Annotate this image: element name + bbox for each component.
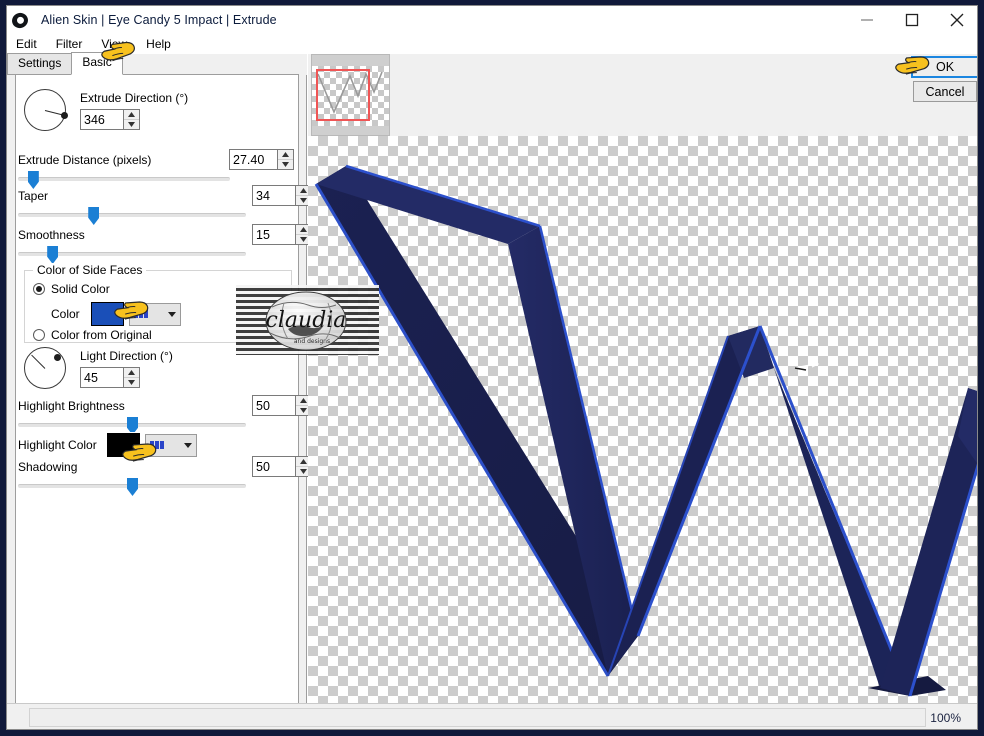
radio-color-from-original[interactable]: Color from Original [33,328,152,342]
spin-up-icon[interactable] [278,150,293,160]
navigator-thumbnail[interactable] [311,54,390,136]
spin-down-icon[interactable] [278,160,293,169]
extrude-direction-arrows[interactable] [123,109,140,130]
taper-stepper[interactable] [252,185,312,206]
color-of-side-faces-group: Color of Side Faces Solid Color Color Co… [24,263,292,343]
extrude-direction-dial[interactable] [24,89,68,131]
spin-up-icon[interactable] [124,110,139,120]
light-direction-arrows[interactable] [123,367,140,388]
radio-solid-color-label: Solid Color [51,282,110,296]
tab-settings[interactable]: Settings [7,53,73,75]
highlight-brightness-stepper[interactable] [252,395,312,416]
zoom-level-label: 100% [930,711,961,725]
highlight-color-row: Highlight Color [18,432,197,458]
highlight-color-label: Highlight Color [18,438,97,452]
side-face-palette-button[interactable] [128,302,181,326]
title-bar: Alien Skin | Eye Candy 5 Impact | Extrud… [7,6,977,34]
status-bar: 100% [7,703,977,729]
extruded-shape-render [314,164,977,697]
radio-solid-color[interactable]: Solid Color [33,282,110,296]
side-face-color-row: Color [51,301,181,327]
radio-color-from-original-indicator[interactable] [33,329,45,341]
radio-solid-color-indicator[interactable] [33,283,45,295]
shadowing-control: Shadowing [18,456,312,496]
highlight-color-swatch[interactable] [105,432,141,458]
cancel-button[interactable]: Cancel [913,81,977,102]
taper-input[interactable] [252,185,295,206]
tab-strip: Settings Basic [7,52,307,75]
extrude-distance-stepper[interactable] [229,149,294,170]
menu-item-help[interactable]: Help [144,36,179,53]
preview-canvas[interactable] [308,136,977,729]
light-direction-input[interactable] [80,367,123,388]
taper-slider[interactable] [18,207,246,225]
highlight-brightness-input[interactable] [252,395,295,416]
extrude-direction-control: Extrude Direction (°) [24,89,188,131]
taper-control: Taper [18,185,312,225]
highlight-brightness-slider[interactable] [18,417,246,435]
tab-basic[interactable]: Basic [71,52,123,75]
shadowing-slider[interactable] [18,478,246,496]
menu-bar: Edit Filter View Help [7,34,977,54]
color-of-side-faces-title: Color of Side Faces [33,263,147,277]
window-inner: Alien Skin | Eye Candy 5 Impact | Extrud… [6,5,978,730]
window-title: Alien Skin | Eye Candy 5 Impact | Extrud… [41,13,277,27]
palette-grid-icon [149,441,164,449]
light-direction-label: Light Direction (°) [80,349,173,363]
smoothness-control: Smoothness [18,224,312,264]
status-progress-area [29,708,926,727]
extrude-distance-arrows[interactable] [277,149,294,170]
ok-button[interactable]: OK [911,56,977,78]
side-face-color-label: Color [51,307,80,321]
spin-up-icon[interactable] [124,368,139,378]
menu-item-edit[interactable]: Edit [14,36,45,53]
tab-panel-basic: Extrude Direction (°) Extrude Distance (… [15,74,312,724]
navigator-viewport-rect[interactable] [316,69,370,121]
extrude-direction-input[interactable] [80,109,123,130]
smoothness-stepper[interactable] [252,224,312,245]
application-window: Alien Skin | Eye Candy 5 Impact | Extrud… [0,0,984,736]
preview-area: Preview Background: None OK Cancel [308,54,977,729]
extrude-direction-stepper[interactable] [80,109,188,130]
extrude-distance-control: Extrude Distance (pixels) [18,149,296,189]
shadowing-input[interactable] [252,456,295,477]
light-direction-control: Light Direction (°) [24,347,173,389]
extrude-distance-input[interactable] [229,149,277,170]
spin-down-icon[interactable] [124,378,139,387]
shadowing-thumb[interactable] [127,478,138,496]
smoothness-input[interactable] [252,224,295,245]
minimize-icon[interactable] [844,6,889,34]
window-controls [844,6,977,34]
smoothness-thumb[interactable] [47,246,59,264]
shadowing-stepper[interactable] [252,456,312,477]
extrude-distance-thumb[interactable] [27,171,39,189]
light-direction-dial[interactable] [24,347,66,389]
preview-toolbar: Preview Background: None OK Cancel [308,54,977,173]
smoothness-slider[interactable] [18,246,246,264]
selection-handle-marker [794,360,820,371]
chevron-down-icon [167,311,176,317]
highlight-palette-button[interactable] [144,433,197,457]
highlight-brightness-control: Highlight Brightness [18,395,312,435]
palette-grid-icon [133,310,148,318]
spin-down-icon[interactable] [124,120,139,129]
menu-item-filter[interactable]: Filter [54,36,91,53]
alien-skin-icon [10,10,32,32]
settings-panel: Settings Basic Extrude Direction (°) 346… [7,52,312,729]
maximize-icon[interactable] [889,6,934,34]
radio-color-from-original-label: Color from Original [51,328,152,342]
side-face-color-swatch[interactable] [89,301,125,327]
light-direction-stepper[interactable] [80,367,173,388]
extrude-direction-label: Extrude Direction (°) [80,91,189,105]
taper-thumb[interactable] [88,207,100,225]
menu-item-view[interactable]: View [99,36,135,53]
chevron-down-icon [183,442,192,448]
close-icon[interactable] [934,6,977,34]
extrude-distance-slider[interactable] [18,171,230,189]
